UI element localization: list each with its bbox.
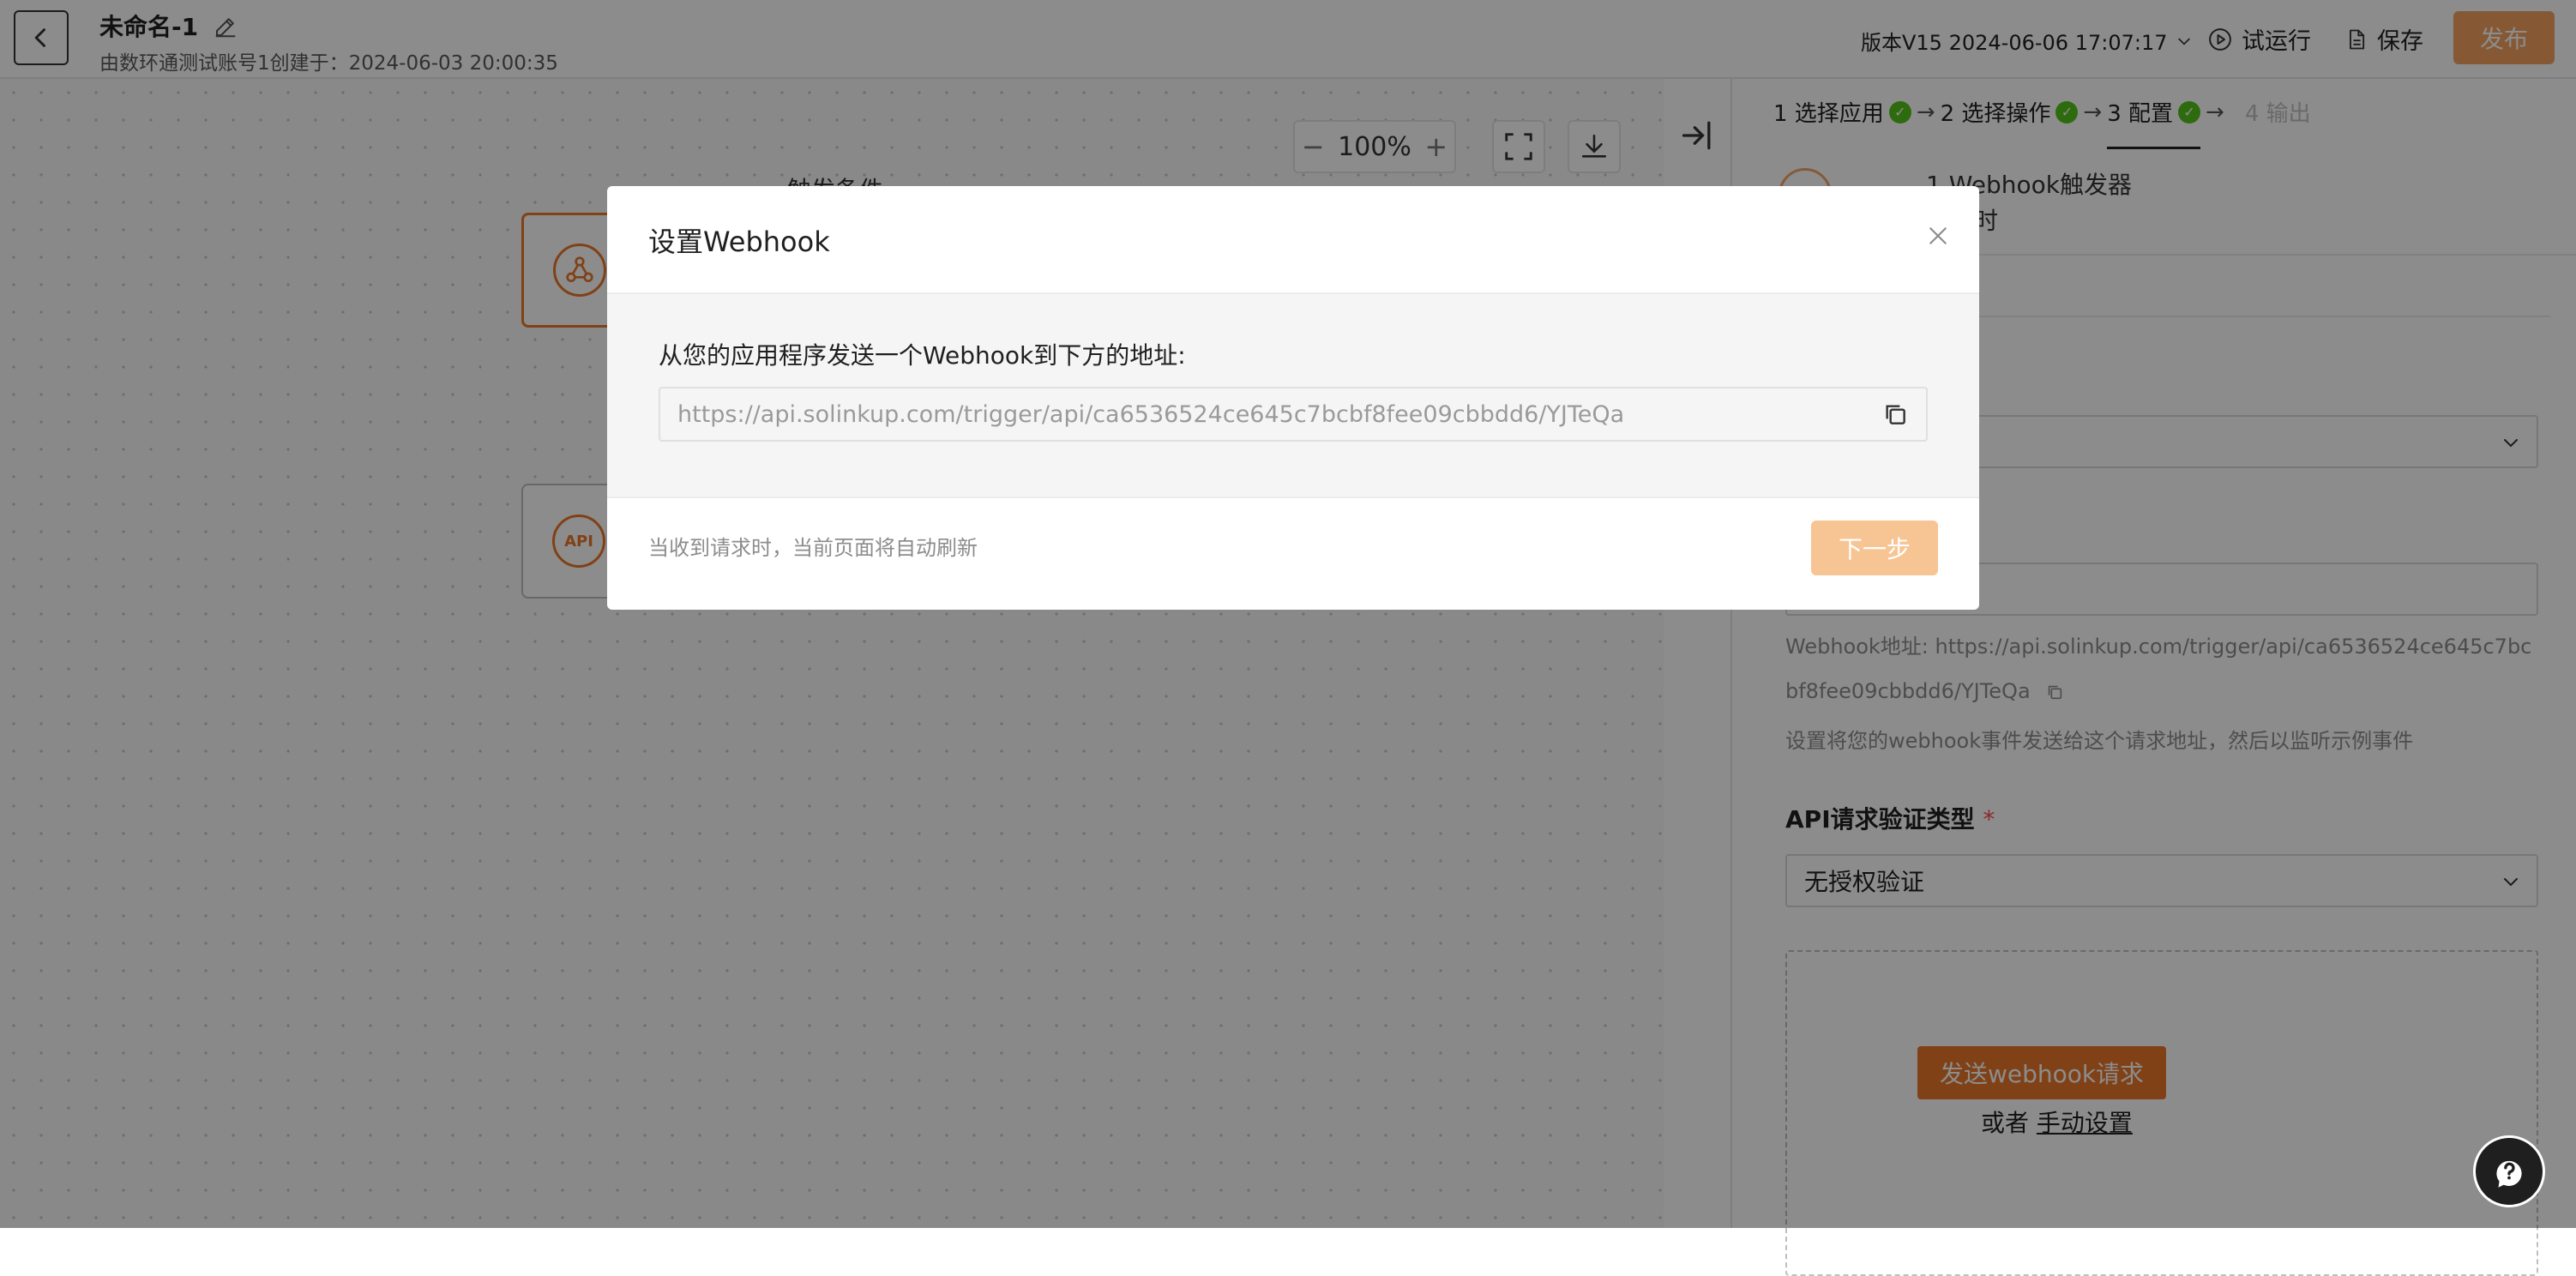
modal-overlay[interactable] (0, 0, 2576, 1228)
dialog-title: 设置Webhook (648, 226, 830, 258)
close-icon (1929, 227, 1947, 244)
help-button[interactable] (2473, 1135, 2545, 1207)
help-question-icon (2496, 1160, 2522, 1188)
webhook-url-value: https://api.solinkup.com/trigger/api/ca6… (677, 400, 1625, 428)
webhook-setup-dialog: 设置Webhook 从您的应用程序发送一个Webhook到下方的地址: http… (607, 186, 1979, 610)
webhook-url-field[interactable]: https://api.solinkup.com/trigger/api/ca6… (659, 387, 1928, 442)
copy-icon[interactable] (1881, 400, 1909, 428)
dialog-prompt: 从您的应用程序发送一个Webhook到下方的地址: (659, 341, 1186, 370)
dialog-body: 从您的应用程序发送一个Webhook到下方的地址: https://api.so… (607, 294, 1979, 498)
auto-refresh-note: 当收到请求时，当前页面将自动刷新 (648, 536, 978, 560)
next-step-button[interactable]: 下一步 (1811, 521, 1938, 575)
close-button[interactable] (1921, 219, 1955, 253)
dialog-header: 设置Webhook (607, 186, 1979, 294)
